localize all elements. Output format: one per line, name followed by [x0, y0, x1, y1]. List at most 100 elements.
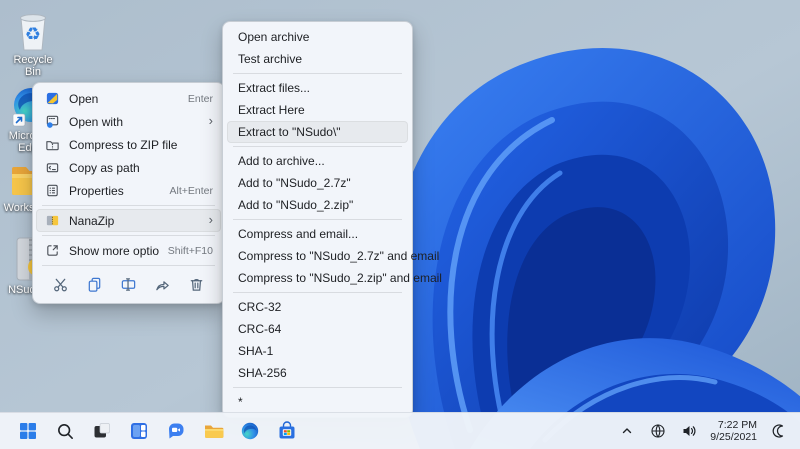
- menu-item-copy-as-path[interactable]: Copy as path: [36, 156, 221, 179]
- volume-icon[interactable]: [677, 418, 701, 444]
- submenu-item[interactable]: Extract files...: [227, 77, 408, 99]
- submenu-item-label: Extract to "NSudo\": [238, 125, 341, 139]
- submenu-item-label: SHA-256: [238, 366, 287, 380]
- menu-item-label: NanaZip: [69, 213, 115, 228]
- submenu-item[interactable]: Add to archive...: [227, 150, 408, 172]
- submenu-item-label: Extract Here: [238, 103, 305, 117]
- file-explorer-icon: [204, 425, 223, 438]
- taskbar: 7:22 PM 9/25/2021: [0, 412, 800, 449]
- zip-folder-icon: [44, 137, 60, 153]
- submenu-item-label: Add to "NSudo_2.zip": [238, 198, 354, 212]
- delete-icon[interactable]: [183, 271, 211, 297]
- nanazip-icon: [44, 213, 60, 229]
- open-app-icon: [44, 91, 60, 107]
- menu-item-properties[interactable]: Properties Alt+Enter: [36, 179, 221, 202]
- menu-item-label: Properties: [69, 183, 124, 198]
- windows-logo-icon: [20, 423, 36, 439]
- show-more-icon: [44, 243, 60, 259]
- menu-item-compress-zip[interactable]: Compress to ZIP file: [36, 133, 221, 156]
- store-button[interactable]: [273, 417, 301, 445]
- menu-separator: [233, 292, 402, 293]
- submenu-item-label: Add to archive...: [238, 154, 325, 168]
- menu-item-open-with[interactable]: Open with ›: [36, 110, 221, 133]
- menu-item-label: Copy as path: [69, 160, 140, 175]
- start-button[interactable]: [14, 417, 42, 445]
- submenu-item[interactable]: Compress and email...: [227, 223, 408, 245]
- clock-time: 7:22 PM: [717, 418, 757, 431]
- submenu-item[interactable]: SHA-1: [227, 340, 408, 362]
- search-button[interactable]: [51, 417, 79, 445]
- chevron-right-icon: ›: [208, 113, 213, 128]
- submenu-item-label: Test archive: [238, 52, 303, 66]
- submenu-item[interactable]: SHA-256: [227, 362, 408, 384]
- submenu-item[interactable]: Compress to "NSudo_2.zip" and email: [227, 267, 442, 289]
- nanazip-submenu: Open archive Test archive Extract files.…: [222, 21, 442, 418]
- submenu-item[interactable]: *: [227, 391, 408, 413]
- submenu-item[interactable]: Compress to "NSudo_2.7z" and email: [227, 245, 439, 267]
- taskbar-app-icons: [0, 417, 301, 445]
- submenu-item[interactable]: Add to "NSudo_2.7z": [227, 172, 408, 194]
- submenu-item-label: Compress to "NSudo_2.7z" and email: [238, 249, 440, 263]
- submenu-item-label: *: [238, 395, 243, 409]
- network-globe-icon[interactable]: [646, 418, 670, 444]
- chat-button[interactable]: [162, 417, 190, 445]
- task-view-button[interactable]: [88, 417, 116, 445]
- svg-text:♻: ♻: [25, 24, 41, 45]
- submenu-item[interactable]: Open archive: [227, 26, 408, 48]
- desktop-icon-label: Recycle Bin: [13, 54, 53, 78]
- submenu-item-label: Compress and email...: [238, 227, 359, 241]
- chevron-right-icon: ›: [208, 212, 213, 227]
- chat-icon: [169, 423, 184, 439]
- tray-chevron-up-icon[interactable]: [615, 418, 639, 444]
- submenu-item-label: Open archive: [238, 30, 310, 44]
- submenu-item[interactable]: CRC-32: [227, 296, 408, 318]
- submenu-item[interactable]: Add to "NSudo_2.zip": [227, 194, 408, 216]
- focus-assist-moon-icon[interactable]: [766, 418, 790, 444]
- copy-path-icon: [44, 160, 60, 176]
- search-icon: [57, 423, 73, 439]
- menu-separator: [42, 235, 215, 236]
- task-view-icon: [94, 423, 110, 438]
- rename-icon[interactable]: [114, 271, 142, 297]
- clock-date: 9/25/2021: [710, 431, 757, 443]
- submenu-item[interactable]: Test archive: [227, 48, 408, 70]
- menu-separator: [233, 146, 402, 147]
- context-menu: Open Enter Open with › Compress to ZIP f…: [32, 82, 225, 304]
- menu-separator: [42, 205, 215, 206]
- widgets-button[interactable]: [125, 417, 153, 445]
- file-explorer-button[interactable]: [199, 417, 227, 445]
- menu-item-nanazip[interactable]: NanaZip ›: [36, 209, 221, 232]
- widgets-icon: [131, 423, 147, 439]
- recycle-bin-icon: ♻: [20, 14, 46, 51]
- submenu-item[interactable]: CRC-64: [227, 318, 408, 340]
- submenu-item-label: Add to "NSudo_2.7z": [238, 176, 351, 190]
- copy-icon[interactable]: [80, 271, 108, 297]
- menu-item-shortcut: Shift+F10: [167, 244, 213, 257]
- menu-item-show-more-options[interactable]: Show more options Shift+F10: [36, 239, 221, 262]
- menu-item-shortcut: Alt+Enter: [169, 184, 213, 197]
- system-tray: 7:22 PM 9/25/2021: [615, 418, 800, 444]
- menu-separator: [233, 219, 402, 220]
- menu-item-open[interactable]: Open Enter: [36, 87, 221, 110]
- desktop-icon-recycle-bin[interactable]: ♻ Recycle Bin: [4, 8, 62, 78]
- microsoft-store-icon: [279, 421, 295, 439]
- submenu-item-extract-to[interactable]: Extract to "NSudo\": [227, 121, 408, 143]
- desktop: ♻ Recycle Bin Microsoft Edge Workspace N…: [0, 0, 800, 449]
- menu-item-label: Open: [69, 91, 99, 106]
- menu-separator: [233, 387, 402, 388]
- menu-separator: [233, 73, 402, 74]
- properties-icon: [44, 183, 60, 199]
- submenu-item-label: Extract files...: [238, 81, 311, 95]
- menu-item-shortcut: Enter: [187, 92, 213, 105]
- share-icon[interactable]: [149, 271, 177, 297]
- edge-button[interactable]: [236, 417, 264, 445]
- taskbar-clock[interactable]: 7:22 PM 9/25/2021: [708, 419, 759, 444]
- submenu-item-label: Compress to "NSudo_2.zip" and email: [238, 271, 442, 285]
- submenu-item-label: SHA-1: [238, 344, 274, 358]
- open-with-icon: [44, 114, 60, 130]
- menu-item-label: Compress to ZIP file: [69, 137, 178, 152]
- submenu-item-label: CRC-32: [238, 300, 282, 314]
- submenu-item[interactable]: Extract Here: [227, 99, 408, 121]
- submenu-item-label: CRC-64: [238, 322, 282, 336]
- cut-icon[interactable]: [46, 271, 74, 297]
